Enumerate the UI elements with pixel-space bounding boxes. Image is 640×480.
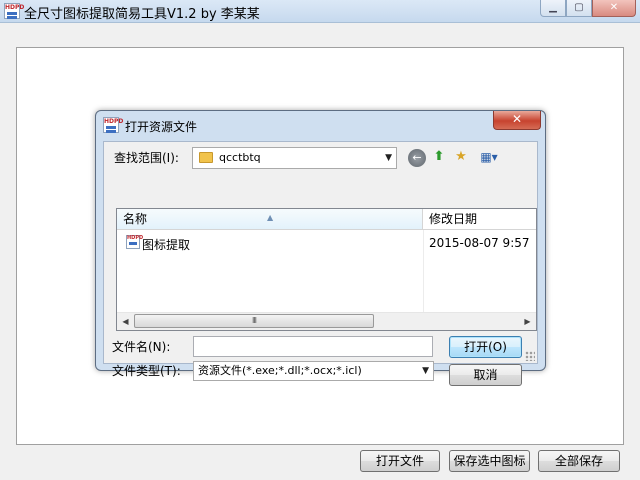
close-button[interactable]: ✕	[592, 0, 636, 17]
column-header-date[interactable]: 修改日期	[423, 209, 536, 230]
main-window: HDPD 全尺寸图标提取简易工具V1.2 by 李某某 ▁ ▢ ✕ 打开文件 保…	[0, 0, 640, 480]
open-resource-dialog: HDPD 打开资源文件 ✕ 查找范围(I): qcctbtq ▼ ← ⬆ ★ ▦…	[95, 110, 546, 386]
cancel-button[interactable]: 取消	[449, 364, 522, 386]
chevron-down-icon: ▼	[422, 366, 429, 376]
file-icon: HDPD	[126, 235, 143, 249]
file-list[interactable]: 名称 ▲ 修改日期 HDPD 图标提取 2015-08-07 9:57 ◀ II…	[116, 208, 537, 331]
caption-buttons: ▁ ▢ ✕	[540, 0, 636, 18]
app-icon: HDPD	[4, 3, 24, 19]
look-in-combo[interactable]: qcctbtq ▼	[192, 147, 397, 169]
look-in-value: qcctbtq	[219, 151, 261, 164]
new-folder-icon[interactable]: ★	[452, 148, 470, 166]
dialog-app-icon: HDPD	[103, 117, 123, 133]
window-title: 全尺寸图标提取简易工具V1.2 by 李某某	[24, 7, 260, 22]
save-all-button[interactable]: 全部保存	[538, 450, 620, 472]
filetype-value: 资源文件(*.exe;*.dll;*.ocx;*.icl)	[198, 364, 362, 377]
column-date-label: 修改日期	[429, 212, 478, 226]
filename-label: 文件名(N):	[112, 340, 171, 354]
filetype-label: 文件类型(T):	[112, 364, 181, 378]
dialog-body: 查找范围(I): qcctbtq ▼ ← ⬆ ★ ▦▾ 名称 ▲ 修改日期 HD…	[103, 141, 538, 386]
dialog-close-button[interactable]: ✕	[493, 111, 541, 130]
back-arrow-icon[interactable]: ←	[408, 149, 426, 167]
open-file-button[interactable]: 打开文件	[360, 450, 440, 472]
minimize-button[interactable]: ▁	[540, 0, 566, 17]
maximize-button[interactable]: ▢	[566, 0, 592, 17]
look-in-label: 查找范围(I):	[114, 151, 179, 165]
open-button[interactable]: 打开(O)	[449, 336, 522, 358]
filetype-combo[interactable]: 资源文件(*.exe;*.dll;*.ocx;*.icl) ▼	[193, 361, 434, 381]
resize-grip[interactable]	[525, 351, 535, 361]
scroll-left-icon[interactable]: ◀	[117, 313, 134, 330]
file-name: 图标提取	[142, 238, 191, 252]
save-selected-icon-button[interactable]: 保存选中图标	[449, 450, 530, 472]
file-date: 2015-08-07 9:57	[429, 236, 530, 250]
title-bar[interactable]: HDPD 全尺寸图标提取简易工具V1.2 by 李某某 ▁ ▢ ✕	[0, 0, 640, 23]
sort-ascending-icon: ▲	[267, 213, 274, 222]
scroll-right-icon[interactable]: ▶	[519, 313, 536, 330]
view-menu-icon[interactable]: ▦▾	[476, 148, 502, 166]
scroll-thumb[interactable]: III	[134, 314, 374, 328]
horizontal-scrollbar[interactable]: ◀ III ▶	[117, 312, 536, 330]
column-header-name[interactable]: 名称 ▲	[117, 209, 423, 230]
chevron-down-icon: ▼	[385, 153, 392, 163]
folder-icon	[199, 152, 213, 163]
filename-input[interactable]	[193, 336, 433, 357]
column-name-label: 名称	[123, 212, 148, 226]
up-folder-icon[interactable]: ⬆	[430, 148, 448, 166]
column-separator	[423, 230, 424, 312]
dialog-title: 打开资源文件	[125, 120, 198, 134]
